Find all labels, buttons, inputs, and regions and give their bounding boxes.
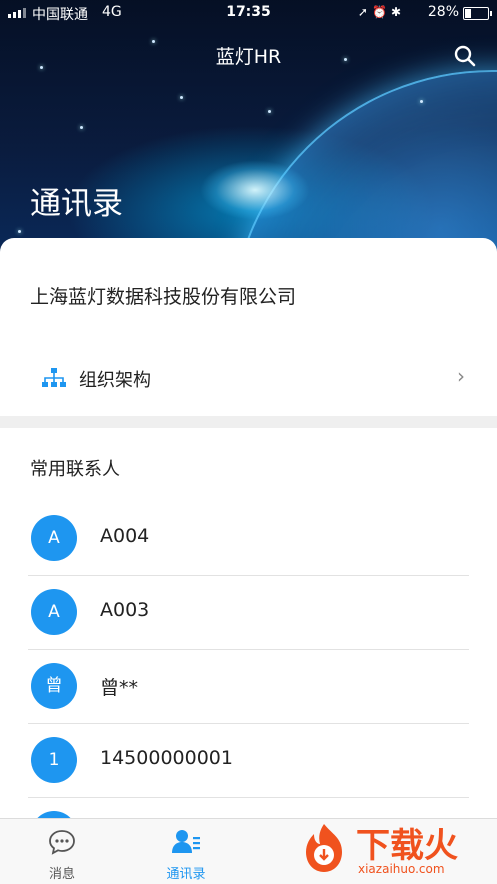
section-divider [0,416,497,428]
contact-row[interactable]: 曾 曾** [28,650,469,724]
contact-row[interactable]: A A004 [28,502,469,576]
search-button[interactable] [453,44,477,68]
watermark: 下载火 xiazaihuo.com [296,812,497,883]
tab-contacts[interactable]: 通讯录 [124,819,248,884]
search-icon [454,45,476,67]
content-card: 上海蓝灯数据科技股份有限公司 组织架构 › 常用联系人 A A004 A A00… [0,238,497,883]
clock: 17:35 [226,4,271,20]
app-title: 蓝灯HR [215,46,282,68]
contact-row[interactable]: 1 14500000001 [28,724,469,798]
org-structure-row[interactable]: 组织架构 › [28,350,469,417]
battery-fill [465,9,472,18]
avatar: 曾 [31,663,77,709]
star [80,126,83,129]
flame-logo-icon [306,824,342,872]
contacts-icon [172,830,200,853]
avatar: A [31,589,77,635]
watermark-url: xiazaihuo.com [358,862,445,876]
star [180,96,183,99]
tab-contacts-label: 通讯录 [166,867,206,882]
header-background [0,0,497,270]
contact-row[interactable]: A A003 [28,576,469,650]
contact-name: 曾** [100,677,139,699]
avatar: A [31,515,77,561]
star [268,110,271,113]
light-flare [200,160,310,220]
org-structure-label: 组织架构 [79,370,151,391]
org-chart-icon [42,368,66,387]
avatar: 1 [31,737,77,783]
alarm-icon: ⏰ [371,5,391,19]
battery-icon [463,7,492,20]
star [18,230,21,233]
chevron-right-icon: › [457,364,465,388]
battery-percent: 28% [427,4,459,20]
page-title: 通讯录 [30,186,123,222]
star [420,100,423,103]
message-icon [49,830,75,855]
location-icon: ➚ [357,5,372,19]
tab-messages[interactable]: 消息 [0,819,124,884]
contact-name: A004 [100,525,150,547]
system-status-icons: ➚⏰✱ [358,5,405,19]
tab-messages-label: 消息 [48,867,75,882]
contact-name: 14500000001 [100,747,233,769]
status-bar: 中国联通 4G 17:35 ➚⏰✱ 28% [0,0,497,24]
watermark-text: 下载火 [356,826,458,866]
contact-name: A003 [100,599,150,621]
bluetooth-icon: ✱ [390,5,405,19]
company-name: 上海蓝灯数据科技股份有限公司 [30,286,297,308]
frequent-contacts-title: 常用联系人 [30,459,120,480]
